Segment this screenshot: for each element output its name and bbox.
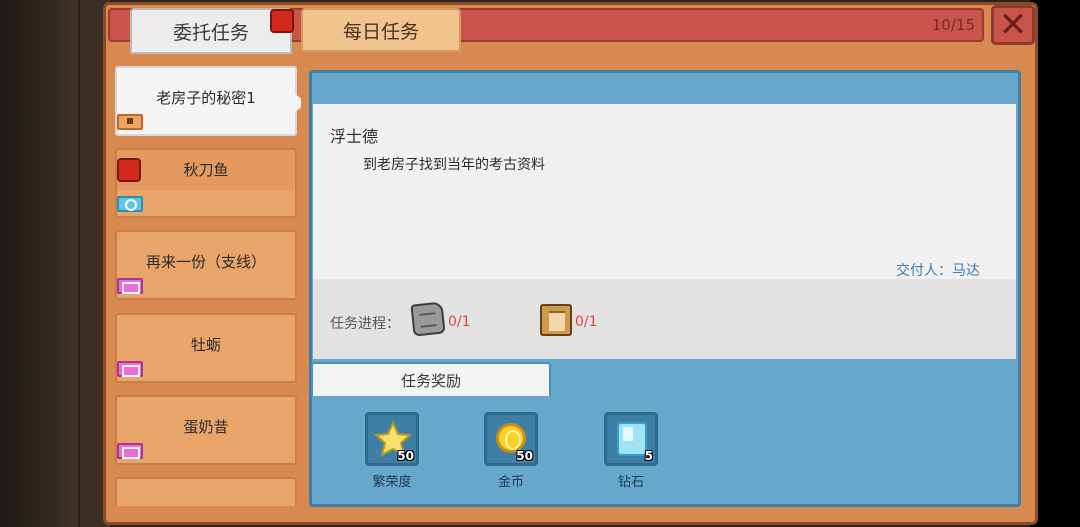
book-icon — [540, 304, 572, 336]
gift-icon — [117, 443, 143, 459]
quest-list[interactable]: 老房子的秘密1 秋刀鱼 再来一份（支线） 牡蛎 蛋奶昔 — [115, 66, 301, 506]
tab-commission[interactable]: 委托任务 — [130, 8, 292, 54]
reward-name: 繁荣度 — [372, 475, 412, 490]
tab-label: 委托任务 — [172, 21, 249, 44]
quest-item-saury[interactable]: 秋刀鱼 — [115, 148, 297, 218]
tab-daily[interactable]: 每日任务 — [301, 8, 461, 52]
reward-qty: 50 — [397, 449, 414, 463]
quest-item-partial[interactable] — [115, 477, 297, 506]
quest-label: 蛋奶昔 — [183, 417, 229, 436]
close-button[interactable]: ✕ — [991, 5, 1035, 45]
background-wall — [0, 0, 110, 527]
alert-badge-icon — [270, 9, 294, 33]
close-icon: ✕ — [998, 5, 1028, 45]
reward-slot-prosperity[interactable]: 50 — [365, 412, 419, 466]
quest-item-another-serving[interactable]: 再来一份（支线） — [115, 230, 297, 300]
diamond-icon — [617, 422, 647, 456]
flag-icon — [117, 114, 143, 130]
quest-giver: 交付人：马达 — [896, 263, 980, 279]
quest-description: 到老房子找到当年的考古资料 — [363, 157, 545, 173]
stone-tablet-icon — [410, 301, 446, 337]
reward-slot-diamond[interactable]: 5 — [604, 412, 658, 466]
progress-label: 任务进程： — [330, 316, 400, 332]
quest-item-oyster[interactable]: 牡蛎 — [115, 313, 297, 383]
npc-name: 浮士德 — [330, 127, 379, 146]
quest-label: 秋刀鱼 — [183, 160, 229, 179]
tab-rewards[interactable]: 任务奖励 — [311, 362, 551, 396]
gift-icon — [117, 278, 143, 294]
quest-label: 牡蛎 — [190, 335, 221, 354]
clock-icon — [117, 196, 143, 212]
reward-qty: 50 — [516, 449, 533, 463]
reward-slot-gold[interactable]: 50 — [484, 412, 538, 466]
alert-badge-icon — [117, 158, 141, 182]
description-box — [313, 104, 1016, 279]
reward-qty: 5 — [644, 449, 653, 463]
quest-label: 老房子的秘密1 — [156, 88, 256, 107]
progress-value: 0/1 — [575, 314, 598, 330]
tab-label: 每日任务 — [342, 20, 419, 43]
reward-name: 金币 — [497, 475, 524, 490]
reward-name: 钻石 — [617, 475, 644, 490]
quest-item-old-house[interactable]: 老房子的秘密1 — [115, 66, 301, 136]
quest-label: 再来一份（支线） — [145, 252, 266, 271]
quest-item-milkshake[interactable]: 蛋奶昔 — [115, 395, 297, 465]
gift-icon — [117, 361, 143, 377]
quest-counter: 10/15 — [931, 16, 975, 34]
tab-label: 任务奖励 — [400, 371, 461, 390]
progress-value: 0/1 — [448, 314, 471, 330]
